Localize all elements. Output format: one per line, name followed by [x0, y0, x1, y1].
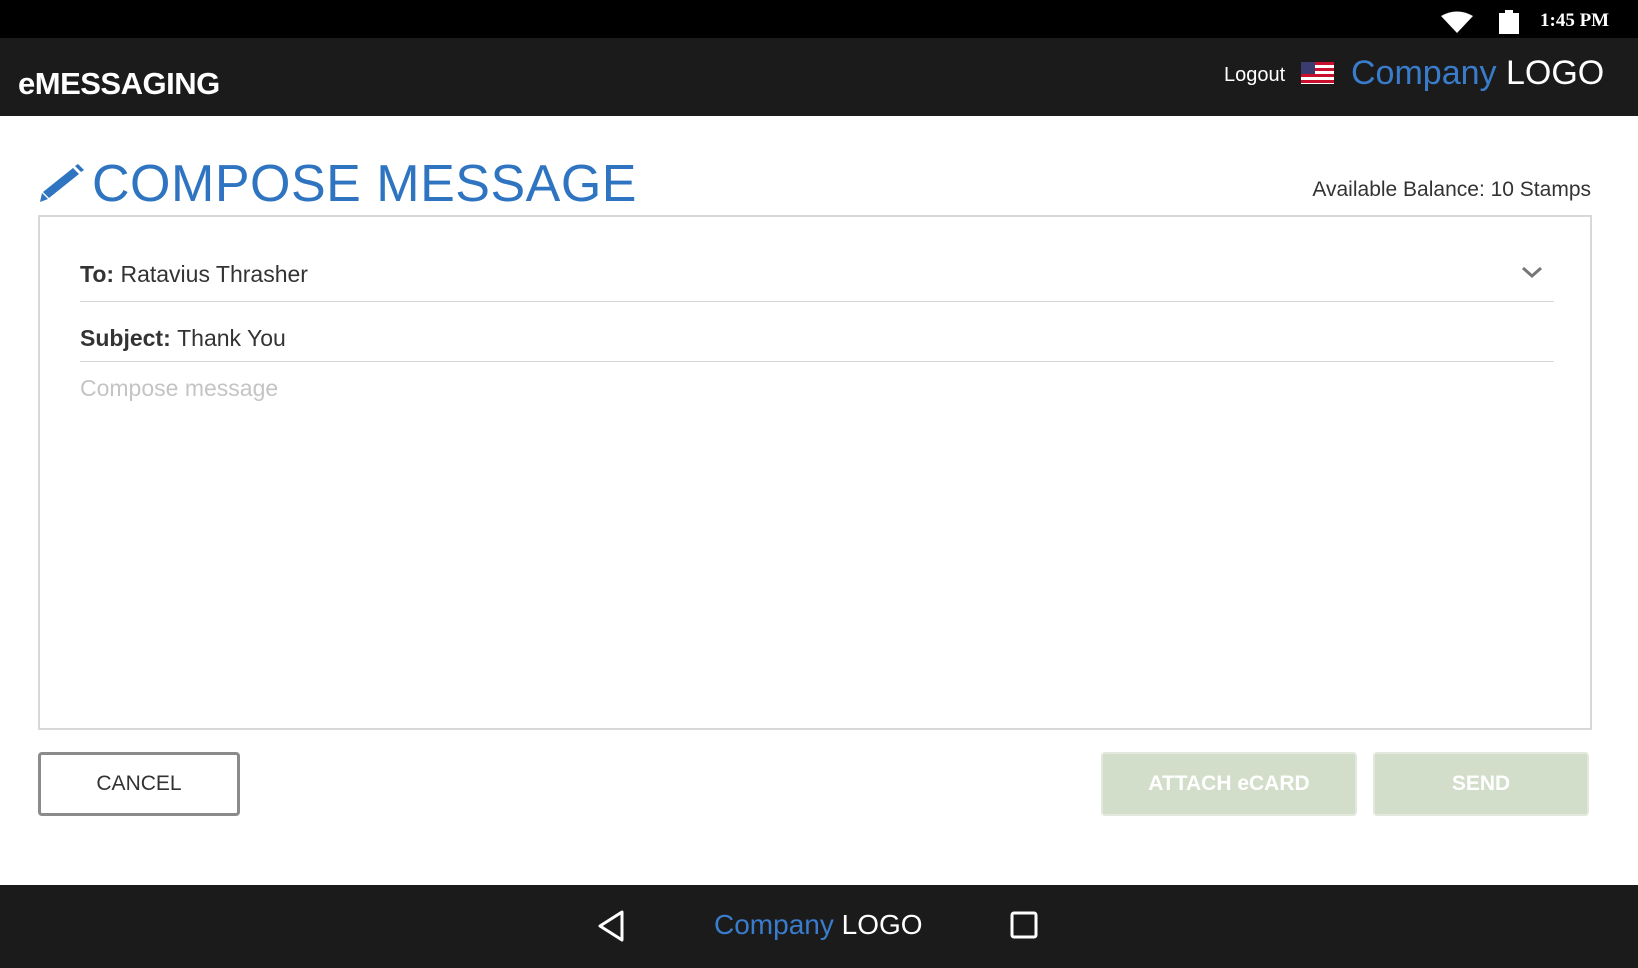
recents-icon[interactable]	[1010, 911, 1038, 944]
status-time: 1:45 PM	[1540, 10, 1610, 31]
to-label: To:	[80, 261, 121, 287]
app-header: eMESSAGING Logout Company LOGO	[0, 38, 1638, 116]
screen: 1:45 PM eMESSAGING Logout Company LOGO C…	[0, 0, 1638, 968]
logo-suffix-text: LOGO	[1505, 54, 1605, 92]
recipient-field[interactable]: To: Ratavius Thrasher	[80, 247, 1554, 302]
cancel-button[interactable]: CANCEL	[38, 752, 240, 816]
pencil-icon	[38, 164, 84, 209]
app-title: eMESSAGING	[18, 66, 220, 101]
subject-label: Subject:	[80, 325, 178, 351]
logout-link[interactable]: Logout	[1224, 64, 1285, 87]
balance-text: Available Balance: 10 Stamps	[1312, 178, 1591, 201]
status-bar: 1:45 PM	[0, 0, 1638, 38]
chevron-down-icon[interactable]	[1520, 259, 1544, 286]
battery-icon	[1499, 10, 1519, 39]
wifi-icon	[1440, 11, 1474, 38]
subject-value: Thank You	[177, 325, 286, 351]
message-input[interactable]	[80, 375, 1554, 705]
nav-bar: Company LOGO	[0, 885, 1638, 968]
attach-ecard-button[interactable]: ATTACH eCARD	[1101, 752, 1357, 816]
nav-logo-company-text: Company	[714, 909, 842, 940]
logo-company-text: Company	[1351, 54, 1506, 92]
nav-logo: Company LOGO	[714, 909, 923, 941]
send-button[interactable]: SEND	[1373, 752, 1589, 816]
back-icon[interactable]	[596, 909, 626, 948]
nav-logo-suffix-text: LOGO	[841, 909, 923, 940]
us-flag-icon[interactable]	[1301, 62, 1334, 89]
page-title: COMPOSE MESSAGE	[92, 155, 637, 213]
compose-card: To: Ratavius Thrasher Subject: Thank You	[38, 215, 1592, 730]
header-logo: Company LOGO	[1351, 54, 1604, 93]
subject-field[interactable]: Subject: Thank You	[80, 313, 1554, 362]
to-value: Ratavius Thrasher	[120, 261, 308, 287]
